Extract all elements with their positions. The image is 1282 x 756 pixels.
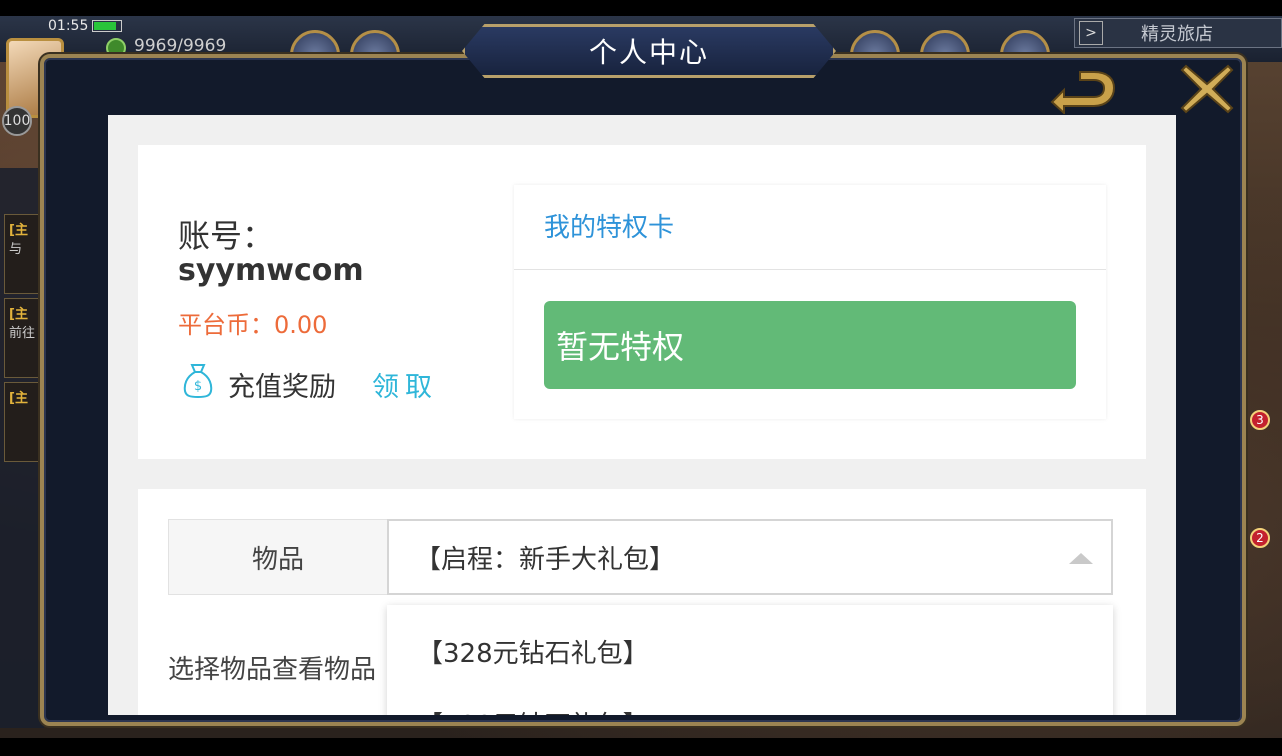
item-hint-text: 选择物品查看物品 bbox=[168, 655, 377, 685]
privilege-status-banner: 暂无特权 bbox=[544, 301, 1076, 389]
notification-badge: 2 bbox=[1250, 528, 1270, 548]
account-label: 账号： bbox=[178, 217, 275, 255]
player-level-badge: 100 bbox=[2, 106, 32, 136]
quest-tag-sub: 与 bbox=[9, 242, 23, 257]
notification-badge: 3 bbox=[1250, 410, 1270, 430]
back-arrow-icon bbox=[1050, 71, 1116, 116]
quest-item[interactable]: [主与 bbox=[4, 214, 44, 294]
expand-arrow-icon[interactable]: > bbox=[1079, 21, 1103, 45]
divider bbox=[514, 269, 1106, 270]
dropdown-option[interactable]: 【328元钻石礼包】 bbox=[417, 633, 649, 670]
energy-value: 9969/9969 bbox=[134, 36, 227, 56]
dropdown-option[interactable]: 【488元钻石礼包】 bbox=[417, 705, 649, 715]
dialog-title-plate: 个人中心 bbox=[462, 24, 836, 78]
items-card: 物品 【启程：新手大礼包】 选择物品查看物品 【328元钻石礼包】 【488元钻… bbox=[138, 489, 1146, 715]
money-bag-icon: $ bbox=[183, 364, 213, 399]
quest-tag-label: [主 bbox=[9, 391, 28, 406]
quest-item[interactable]: [主 bbox=[4, 382, 44, 462]
item-label: 物品 bbox=[168, 519, 388, 595]
privilege-card-title: 我的特权卡 bbox=[544, 213, 675, 243]
svg-text:$: $ bbox=[194, 379, 202, 394]
battery-icon bbox=[92, 20, 122, 32]
status-time: 01:55 bbox=[48, 18, 89, 34]
quest-tag-label: [主 bbox=[9, 223, 28, 238]
claim-reward-link[interactable]: 领取 bbox=[372, 365, 438, 404]
privilege-card-box: 我的特权卡 暂无特权 bbox=[514, 185, 1106, 419]
caret-up-icon bbox=[1069, 553, 1093, 564]
close-button[interactable] bbox=[1178, 60, 1236, 118]
account-card: 账号： syymwcom 平台币：0.00 $ 充值奖励 领取 我的特权卡 暂无… bbox=[138, 145, 1146, 459]
close-icon bbox=[1180, 64, 1234, 114]
shop-tab-label: 精灵旅店 bbox=[1141, 24, 1213, 45]
dialog-title: 个人中心 bbox=[588, 36, 709, 69]
item-select-value: 【启程：新手大礼包】 bbox=[415, 544, 676, 575]
back-button[interactable] bbox=[1046, 68, 1120, 116]
quest-item[interactable]: [主前往 bbox=[4, 298, 44, 378]
quest-tag-label: [主 bbox=[9, 307, 28, 322]
quest-tag-sub: 前往 bbox=[9, 326, 36, 341]
recharge-reward-label: 充值奖励 bbox=[228, 372, 336, 403]
item-dropdown-list: 【328元钻石礼包】 【488元钻石礼包】 bbox=[387, 605, 1113, 715]
item-select[interactable]: 【启程：新手大礼包】 bbox=[387, 519, 1113, 595]
account-username: syymwcom bbox=[178, 253, 364, 288]
platform-coin-balance: 平台币：0.00 bbox=[178, 311, 328, 339]
content-area: 账号： syymwcom 平台币：0.00 $ 充值奖励 领取 我的特权卡 暂无… bbox=[108, 115, 1176, 715]
shop-tab[interactable]: > 精灵旅店 bbox=[1074, 18, 1282, 48]
